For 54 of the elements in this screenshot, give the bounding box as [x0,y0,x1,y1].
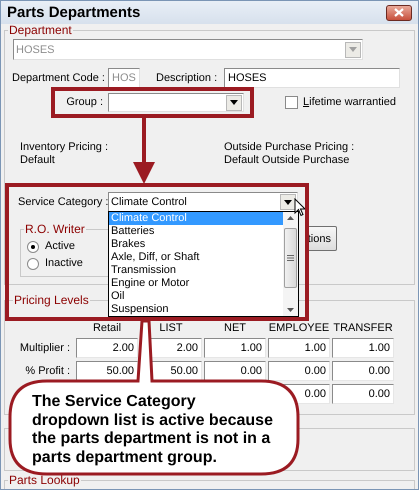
row-label: % Profit : [24,365,71,377]
number-field[interactable]: 1.00 [204,338,266,358]
checkbox-label[interactable]: Lifetime warrantied [303,96,396,109]
number-field[interactable]: 0.00 [332,361,394,381]
column-header: NET [223,322,247,335]
dropdown-option[interactable]: Transmission [109,264,283,277]
number-field[interactable]: 0.00 [204,361,266,381]
close-icon [394,8,404,17]
description-field[interactable]: HOSES [224,68,400,88]
info-value: Default Outside Purchase [224,154,350,167]
dropdown-option[interactable]: Axle, Diff, or Shaft [109,251,283,264]
dropdown-option[interactable]: Suspension [109,303,283,316]
dropdown-arrow-icon [349,47,357,52]
dropdown-option[interactable]: Engine or Motor [109,277,283,290]
radio-label[interactable]: Inactive [45,257,83,270]
window-title: Parts Departments [7,4,140,21]
number-field[interactable]: 1.00 [268,338,330,358]
info-value: Default [20,154,56,167]
radio-label[interactable]: Active [45,240,75,253]
number-field[interactable]: 50.00 [76,361,138,381]
row-label: Multiplier : [18,342,71,354]
radio-button[interactable] [27,240,39,252]
radio-button[interactable] [27,258,39,270]
number-field[interactable]: 0.00 [268,361,330,381]
dropdown-arrow-icon [284,200,292,204]
number-field[interactable]: 0.00 [332,384,394,404]
dropdown-arrow-icon [230,100,238,105]
field-label: Department Code : [11,72,106,84]
grip-icon [287,255,294,261]
info-label: Outside Purchase Pricing : [224,141,354,154]
dropdown-option[interactable]: Oil [109,290,283,303]
service-category-combo[interactable]: Climate Control [108,192,298,212]
dropdown-option[interactable]: Brakes [109,238,283,251]
scrollbar-thumb[interactable] [284,228,297,288]
dropdown-option[interactable]: Batteries [109,225,283,238]
number-field[interactable]: 2.00 [76,338,138,358]
close-button[interactable] [386,4,412,20]
group-legend: Department [8,24,73,37]
pointer-arrow [132,118,156,185]
column-header: EMPLOYEE [268,322,330,335]
checkbox[interactable] [285,96,298,109]
number-field[interactable]: 1.00 [332,338,394,358]
field-label: Description : [156,72,218,84]
group-legend: Pricing Levels [13,294,90,307]
column-header: TRANSFER [332,322,394,335]
field-label: Service Category : [17,196,108,208]
scrollbar[interactable] [283,212,298,316]
column-header: Retail [92,322,122,335]
info-label: Inventory Pricing : [20,141,110,154]
column-header: LIST [158,322,184,335]
group-legend: Parts Lookup [8,474,81,487]
group-legend: R.O. Writer [24,223,86,236]
field-label: Group : [65,96,103,109]
group-combo[interactable] [108,93,244,112]
